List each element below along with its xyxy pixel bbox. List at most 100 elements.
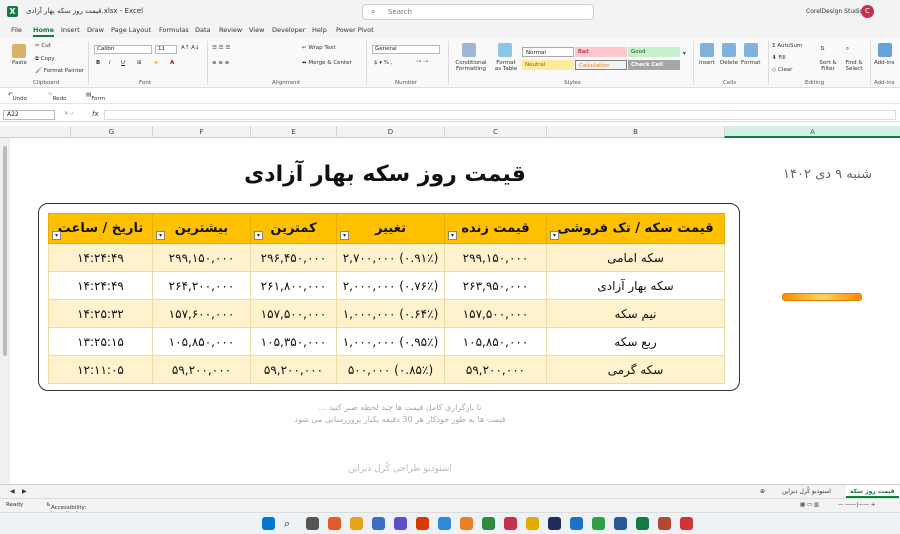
cell-highest[interactable]: ۱۰۵,۸۵۰,۰۰۰: [152, 327, 251, 356]
sheet-nav-right-icon[interactable]: ▶: [18, 485, 31, 498]
bold-button[interactable]: B: [96, 60, 100, 66]
cell-live-price[interactable]: ۱۵۷,۵۰۰,۰۰۰: [444, 299, 547, 328]
add-ins-icon[interactable]: [878, 43, 892, 57]
app-icon[interactable]: [526, 517, 539, 530]
style-calculation[interactable]: Calculation: [575, 60, 627, 70]
tab-help[interactable]: Help: [312, 26, 327, 34]
vertical-scrollbar[interactable]: [0, 138, 10, 484]
style-check-cell[interactable]: Check Cell: [628, 60, 680, 70]
insert-cells-button[interactable]: Insert: [699, 60, 715, 66]
column-header-c[interactable]: C: [444, 126, 546, 138]
cell-change[interactable]: (۰.۶۴٪) ۱,۰۰۰,۰۰۰: [336, 299, 445, 328]
cell-datetime[interactable]: ۱۴:۲۵:۳۲: [48, 299, 153, 328]
tab-home[interactable]: Home: [33, 26, 55, 37]
app-icon[interactable]: [328, 517, 341, 530]
name-box[interactable]: A22: [3, 110, 55, 120]
find-select-icon[interactable]: ⌕: [846, 46, 849, 53]
column-header-d[interactable]: D: [336, 126, 444, 138]
cell-change[interactable]: (۰.۹۵٪) ۱,۰۰۰,۰۰۰: [336, 327, 445, 356]
cell-datetime[interactable]: ۱۴:۲۴:۴۹: [48, 271, 153, 300]
format-cells-icon[interactable]: [744, 43, 758, 57]
cell-live-price[interactable]: ۵۹,۲۰۰,۰۰۰: [444, 355, 547, 384]
cell-lowest[interactable]: ۱۵۷,۵۰۰,۰۰۰: [250, 299, 337, 328]
sort-filter-icon[interactable]: ⇅: [820, 46, 825, 52]
cell-highest[interactable]: ۲۹۹,۱۵۰,۰۰۰: [152, 243, 251, 272]
sheet-tab-studio[interactable]: استودیو کُرل دیزاین: [778, 485, 835, 498]
column-header-b[interactable]: B: [546, 126, 724, 138]
insert-cells-icon[interactable]: [700, 43, 714, 57]
app-icon[interactable]: [438, 517, 451, 530]
accessibility-status[interactable]: ♿ Accessibility: Investigate: [46, 502, 86, 517]
app-icon[interactable]: [570, 517, 583, 530]
form-button[interactable]: ▤ Form: [86, 92, 105, 102]
filter-dropdown-icon[interactable]: ▾: [340, 231, 349, 240]
word-icon[interactable]: [614, 517, 627, 530]
borders-icon[interactable]: ⊞: [137, 60, 142, 66]
tab-developer[interactable]: Developer: [272, 26, 305, 34]
delete-cells-icon[interactable]: [722, 43, 736, 57]
cell-datetime[interactable]: ۱۳:۲۵:۱۵: [48, 327, 153, 356]
cell-lowest[interactable]: ۱۰۵,۳۵۰,۰۰۰: [250, 327, 337, 356]
cell-coin[interactable]: سکه امامی: [546, 243, 725, 272]
font-name-select[interactable]: Calibri: [94, 45, 152, 54]
excel-taskbar-icon[interactable]: [636, 517, 649, 530]
cell-lowest[interactable]: ۲۹۶,۴۵۰,۰۰۰: [250, 243, 337, 272]
filter-dropdown-icon[interactable]: ▾: [52, 231, 61, 240]
conditional-formatting-button[interactable]: Conditional Formatting: [453, 60, 489, 72]
app-icon[interactable]: [372, 517, 385, 530]
redo-button[interactable]: ↷ Redo: [48, 92, 66, 102]
filter-dropdown-icon[interactable]: ▾: [448, 231, 457, 240]
cell-lowest[interactable]: ۵۹,۲۰۰,۰۰۰: [250, 355, 337, 384]
align-top-icon[interactable]: ☰ ☰ ☰: [212, 45, 230, 51]
cell-highest[interactable]: ۲۶۴,۲۰۰,۰۰۰: [152, 271, 251, 300]
italic-button[interactable]: I: [109, 60, 111, 66]
clear-button[interactable]: ◇ Clear: [772, 67, 792, 73]
cell-datetime[interactable]: ۱۲:۱۱:۰۵: [48, 355, 153, 384]
cell-highest[interactable]: ۱۵۷,۶۰۰,۰۰۰: [152, 299, 251, 328]
undo-button[interactable]: ↶ Undo: [8, 92, 27, 102]
app-icon[interactable]: [460, 517, 473, 530]
app-icon[interactable]: [394, 517, 407, 530]
tab-formulas[interactable]: Formulas: [159, 26, 189, 34]
paste-icon[interactable]: [12, 44, 26, 58]
format-painter-button[interactable]: 🖌 Format Painter: [35, 68, 84, 74]
app-icon[interactable]: [482, 517, 495, 530]
cell-live-price[interactable]: ۲۶۳,۹۵۰,۰۰۰: [444, 271, 547, 300]
cell-coin[interactable]: سکه بهار آزادی: [546, 271, 725, 300]
filter-dropdown-icon[interactable]: ▾: [254, 231, 263, 240]
cell-coin[interactable]: ربع سکه: [546, 327, 725, 356]
autosum-button[interactable]: Σ AutoSum: [772, 43, 802, 49]
photoshop-icon[interactable]: [548, 517, 561, 530]
cell-live-price[interactable]: ۱۰۵,۸۵۰,۰۰۰: [444, 327, 547, 356]
style-normal[interactable]: Normal: [522, 47, 574, 57]
view-normal-icon[interactable]: ▦ ▭ ▥: [800, 502, 819, 508]
cut-button[interactable]: ✂ Cut: [35, 43, 51, 49]
fill-button[interactable]: ⬇ Fill: [772, 55, 786, 61]
task-view-icon[interactable]: [306, 517, 319, 530]
cell-live-price[interactable]: ۲۹۹,۱۵۰,۰۰۰: [444, 243, 547, 272]
tab-page-layout[interactable]: Page Layout: [111, 26, 151, 34]
app-icon[interactable]: [416, 517, 429, 530]
conditional-formatting-icon[interactable]: [462, 43, 476, 57]
align-left-icon[interactable]: ≡ ≡ ≡: [212, 60, 229, 66]
filter-dropdown-icon[interactable]: ▾: [550, 231, 559, 240]
cell-highest[interactable]: ۵۹,۲۰۰,۰۰۰: [152, 355, 251, 384]
format-as-table-icon[interactable]: [498, 43, 512, 57]
style-neutral[interactable]: Neutral: [522, 60, 574, 70]
windows-start-icon[interactable]: [262, 517, 275, 530]
tab-power-pivot[interactable]: Power Pivot: [336, 26, 374, 34]
cell-lowest[interactable]: ۲۶۱,۸۰۰,۰۰۰: [250, 271, 337, 300]
copy-button[interactable]: ⧉ Copy: [35, 56, 55, 63]
fx-button[interactable]: fx: [92, 110, 99, 118]
tab-file[interactable]: File: [11, 26, 22, 34]
cell-datetime[interactable]: ۱۴:۲۴:۴۹: [48, 243, 153, 272]
style-good[interactable]: Good: [628, 47, 680, 57]
find-select-button[interactable]: Find & Select: [840, 60, 868, 72]
paste-button[interactable]: Paste: [12, 60, 27, 66]
cell-change[interactable]: (۰.۷۶٪) ۲,۰۰۰,۰۰۰: [336, 271, 445, 300]
column-header-a[interactable]: A: [724, 126, 900, 138]
column-header-g[interactable]: G: [70, 126, 152, 138]
sort-filter-button[interactable]: Sort & Filter: [816, 60, 840, 72]
font-size-grow-icon[interactable]: A↑ A↓: [181, 45, 200, 51]
zoom-slider[interactable]: — ——|—— +: [838, 502, 875, 508]
